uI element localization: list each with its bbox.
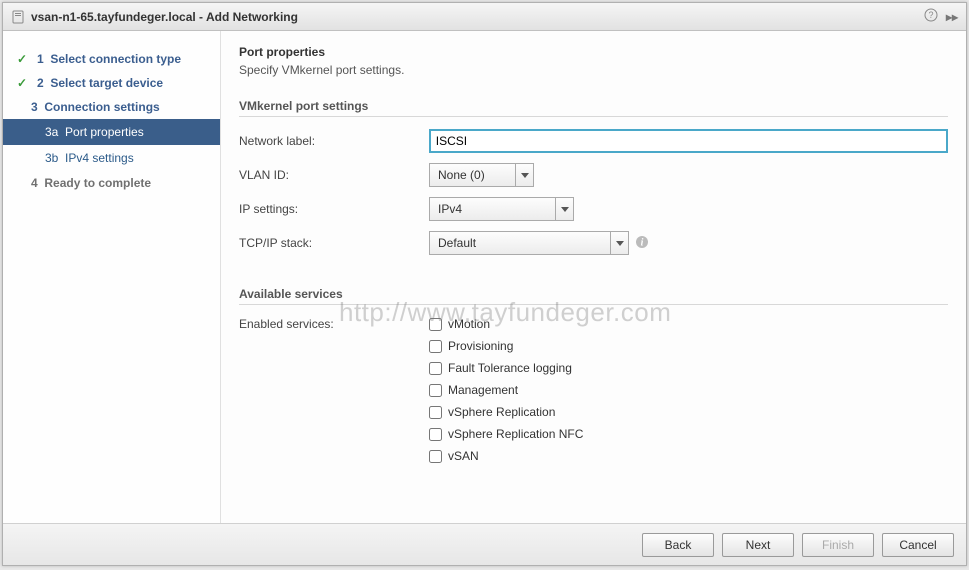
service-vmotion: vMotion — [429, 317, 583, 331]
step-num: 3 — [31, 100, 38, 114]
service-management-checkbox[interactable] — [429, 384, 442, 397]
service-vsphere-replication: vSphere Replication — [429, 405, 583, 419]
substep-3b[interactable]: 3b IPv4 settings — [3, 145, 220, 171]
service-vsphere-replication-nfc-checkbox[interactable] — [429, 428, 442, 441]
check-icon: ✓ — [17, 76, 31, 90]
svg-text:i: i — [641, 237, 644, 248]
info-icon[interactable]: i — [635, 235, 649, 252]
services-list: vMotion Provisioning Fault Tolerance log… — [429, 317, 583, 471]
chevron-down-icon — [610, 232, 628, 254]
service-fault-tolerance: Fault Tolerance logging — [429, 361, 583, 375]
substep-3a[interactable]: 3a Port properties — [3, 119, 220, 145]
host-icon — [11, 10, 25, 24]
service-label: Provisioning — [448, 339, 513, 353]
finish-button: Finish — [802, 533, 874, 557]
ip-settings-select[interactable]: IPv4 — [429, 197, 574, 221]
row-enabled-services: Enabled services: vMotion Provisioning F… — [239, 317, 948, 471]
step-num: 2 — [37, 76, 44, 90]
service-management: Management — [429, 383, 583, 397]
step-3[interactable]: 3 Connection settings — [3, 95, 220, 119]
network-label-input[interactable] — [429, 129, 948, 153]
content-pane: Port properties Specify VMkernel port se… — [221, 31, 966, 523]
expand-icon[interactable]: ▸▸ — [946, 10, 958, 24]
step-num: 1 — [37, 52, 44, 66]
wizard-window: vsan-n1-65.tayfundeger.local - Add Netwo… — [2, 2, 967, 566]
row-ip-settings: IP settings: IPv4 — [239, 197, 948, 221]
step-label: Ready to complete — [44, 176, 151, 190]
next-button[interactable]: Next — [722, 533, 794, 557]
service-vsan: vSAN — [429, 449, 583, 463]
page-heading: Port properties — [239, 45, 948, 59]
service-provisioning-checkbox[interactable] — [429, 340, 442, 353]
svg-text:?: ? — [928, 10, 933, 20]
ip-settings-value: IPv4 — [430, 202, 555, 216]
substep-label: IPv4 settings — [65, 151, 134, 165]
section-services-title: Available services — [239, 287, 948, 305]
tcpip-stack-select[interactable]: Default — [429, 231, 629, 255]
section-vmkernel-title: VMkernel port settings — [239, 99, 948, 117]
service-label: vSphere Replication NFC — [448, 427, 583, 441]
substep-label: Port properties — [65, 125, 144, 139]
step-2[interactable]: ✓ 2 Select target device — [3, 71, 220, 95]
chevron-down-icon — [555, 198, 573, 220]
substep-id: 3a — [45, 125, 58, 139]
chevron-down-icon — [515, 164, 533, 186]
step-label: Connection settings — [44, 100, 159, 114]
label-enabled-services: Enabled services: — [239, 317, 429, 331]
service-vsphere-replication-checkbox[interactable] — [429, 406, 442, 419]
service-label: vSAN — [448, 449, 479, 463]
window-title: vsan-n1-65.tayfundeger.local - Add Netwo… — [31, 10, 924, 24]
service-label: Fault Tolerance logging — [448, 361, 572, 375]
vlan-id-value: None (0) — [430, 168, 515, 182]
check-icon: ✓ — [17, 52, 31, 66]
service-provisioning: Provisioning — [429, 339, 583, 353]
row-tcpip-stack: TCP/IP stack: Default i — [239, 231, 948, 255]
service-vmotion-checkbox[interactable] — [429, 318, 442, 331]
page-subheading: Specify VMkernel port settings. — [239, 63, 948, 77]
service-label: vMotion — [448, 317, 490, 331]
service-vsphere-replication-nfc: vSphere Replication NFC — [429, 427, 583, 441]
label-network-label: Network label: — [239, 134, 429, 148]
row-network-label: Network label: — [239, 129, 948, 153]
sidebar: ✓ 1 Select connection type ✓ 2 Select ta… — [3, 31, 221, 523]
cancel-button[interactable]: Cancel — [882, 533, 954, 557]
help-icon[interactable]: ? — [924, 8, 938, 25]
label-vlan-id: VLAN ID: — [239, 168, 429, 182]
titlebar: vsan-n1-65.tayfundeger.local - Add Netwo… — [3, 3, 966, 31]
step-label: Select connection type — [50, 52, 181, 66]
step-num: 4 — [31, 176, 38, 190]
tcpip-stack-value: Default — [430, 236, 610, 250]
label-ip-settings: IP settings: — [239, 202, 429, 216]
step-4: 4 Ready to complete — [3, 171, 220, 195]
service-label: Management — [448, 383, 518, 397]
wizard-body: ✓ 1 Select connection type ✓ 2 Select ta… — [3, 31, 966, 523]
label-tcpip-stack: TCP/IP stack: — [239, 236, 429, 250]
vlan-id-select[interactable]: None (0) — [429, 163, 534, 187]
service-label: vSphere Replication — [448, 405, 555, 419]
row-vlan-id: VLAN ID: None (0) — [239, 163, 948, 187]
substep-id: 3b — [45, 151, 58, 165]
service-vsan-checkbox[interactable] — [429, 450, 442, 463]
step-1[interactable]: ✓ 1 Select connection type — [3, 47, 220, 71]
wizard-footer: Back Next Finish Cancel — [3, 523, 966, 565]
step-label: Select target device — [50, 76, 163, 90]
back-button[interactable]: Back — [642, 533, 714, 557]
service-fault-tolerance-checkbox[interactable] — [429, 362, 442, 375]
